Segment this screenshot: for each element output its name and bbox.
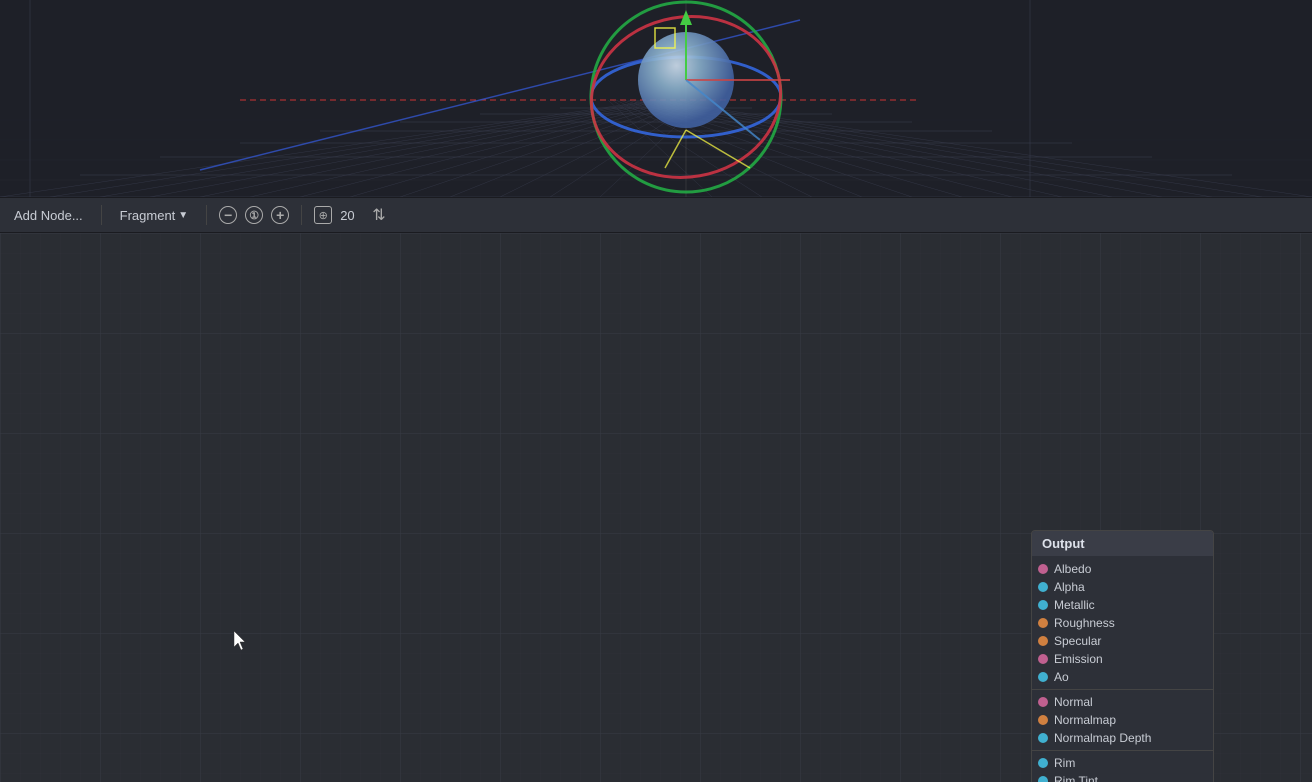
toolbar-separator-2	[206, 205, 207, 225]
node-dot	[1038, 715, 1048, 725]
node-label: Albedo	[1054, 562, 1205, 576]
output-node: Output Albedo Alpha Metallic Roughness Specu…	[1031, 530, 1214, 782]
output-node-header: Output	[1032, 531, 1213, 556]
node-label: Ao	[1054, 670, 1205, 684]
node-dot	[1038, 582, 1048, 592]
node-label: Roughness	[1054, 616, 1205, 630]
toolbar-separator-1	[101, 205, 102, 225]
node-row[interactable]: Metallic	[1032, 596, 1213, 614]
node-row[interactable]: Roughness	[1032, 614, 1213, 632]
node-dot	[1038, 672, 1048, 682]
node-dot	[1038, 564, 1048, 574]
zoom-arrows[interactable]: ⇅	[372, 205, 385, 225]
node-row[interactable]: Ao	[1032, 668, 1213, 686]
node-dot	[1038, 618, 1048, 628]
fragment-dropdown[interactable]: Fragment ▼	[114, 206, 195, 225]
output-node-body: Albedo Alpha Metallic Roughness Specular Emis…	[1032, 556, 1213, 782]
node-row[interactable]: Alpha	[1032, 578, 1213, 596]
node-row[interactable]: Normalmap Depth	[1032, 729, 1213, 747]
toolbar: Add Node... Fragment ▼ − ① + ⊕ 20 ⇅	[0, 197, 1312, 233]
node-dot	[1038, 733, 1048, 743]
node-label: Specular	[1054, 634, 1205, 648]
node-row[interactable]: Albedo	[1032, 560, 1213, 578]
node-label: Emission	[1054, 652, 1205, 666]
node-label: Normalmap	[1054, 713, 1205, 727]
node-divider	[1032, 689, 1213, 690]
node-label: Rim Tint	[1054, 774, 1205, 782]
node-row[interactable]: Emission	[1032, 650, 1213, 668]
node-dot	[1038, 776, 1048, 782]
fragment-label: Fragment	[120, 208, 176, 223]
node-editor[interactable]: Output Albedo Alpha Metallic Roughness Specu…	[0, 233, 1312, 782]
node-dot	[1038, 697, 1048, 707]
node-label: Rim	[1054, 756, 1205, 770]
node-dot	[1038, 636, 1048, 646]
zoom-out-button[interactable]: −	[219, 206, 237, 224]
node-row[interactable]: Normalmap	[1032, 711, 1213, 729]
node-label: Normalmap Depth	[1054, 731, 1205, 745]
chevron-down-icon: ▼	[178, 210, 188, 221]
node-divider	[1032, 750, 1213, 751]
node-dot	[1038, 758, 1048, 768]
node-row[interactable]: Rim Tint	[1032, 772, 1213, 782]
add-node-button[interactable]: Add Node...	[8, 206, 89, 225]
node-label: Metallic	[1054, 598, 1205, 612]
node-row[interactable]: Rim	[1032, 754, 1213, 772]
zoom-value: 20	[340, 208, 364, 223]
viewport-3d[interactable]	[0, 0, 1312, 197]
reset-view-button[interactable]: ①	[245, 206, 263, 224]
zoom-in-button[interactable]: +	[271, 206, 289, 224]
node-label: Alpha	[1054, 580, 1205, 594]
node-row[interactable]: Normal	[1032, 693, 1213, 711]
node-dot	[1038, 600, 1048, 610]
node-dot	[1038, 654, 1048, 664]
node-row[interactable]: Specular	[1032, 632, 1213, 650]
node-label: Normal	[1054, 695, 1205, 709]
snapping-button[interactable]: ⊕	[314, 206, 332, 224]
toolbar-separator-3	[301, 205, 302, 225]
